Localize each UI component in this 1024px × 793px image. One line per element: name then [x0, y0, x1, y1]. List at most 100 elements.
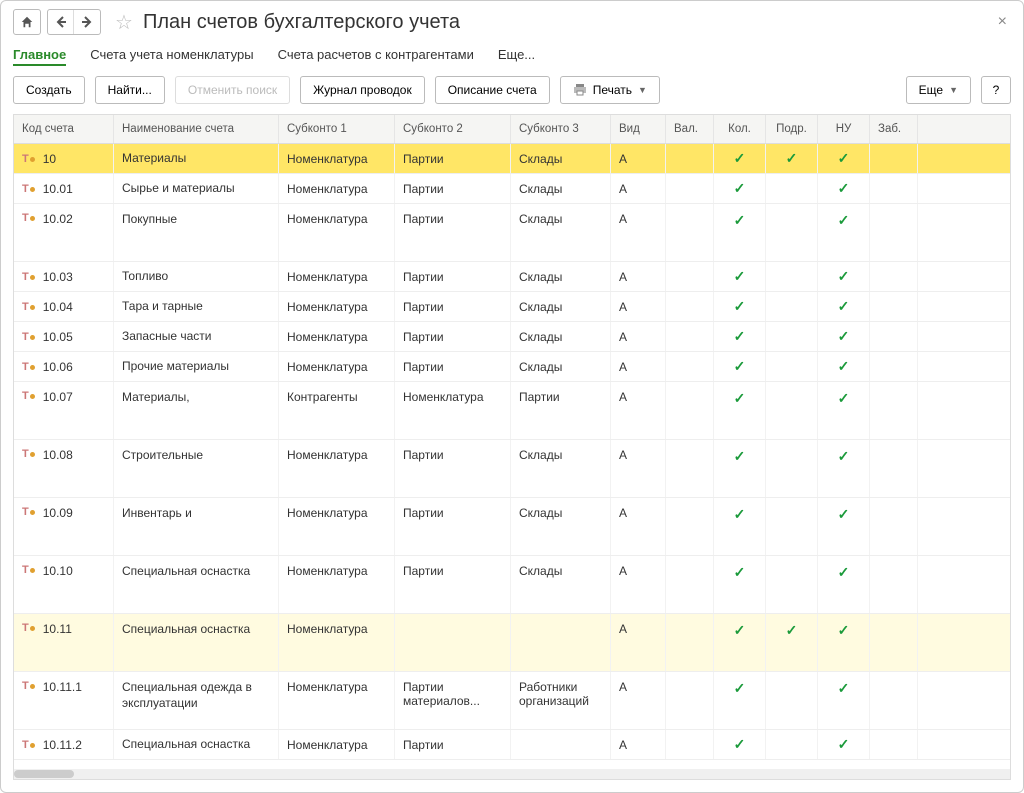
table-row[interactable]: T10.11.1Специальная одежда в эксплуатаци… — [14, 672, 1010, 730]
cell-offbalance — [870, 614, 918, 671]
cell-subconto3: Партии — [511, 382, 611, 439]
scrollbar-thumb[interactable] — [14, 770, 74, 778]
app-window: ☆ План счетов бухгалтерского учета × Гла… — [0, 0, 1024, 793]
print-button[interactable]: Печать ▼ — [560, 76, 660, 104]
col-type[interactable]: Вид — [611, 115, 666, 143]
col-division[interactable]: Подр. — [766, 115, 818, 143]
cell-offbalance — [870, 440, 918, 497]
table-row[interactable]: T10.06Прочие материалыНоменклатураПартии… — [14, 352, 1010, 382]
cell-subconto2: Партии — [395, 204, 511, 261]
create-button[interactable]: Создать — [13, 76, 85, 104]
tab-more[interactable]: Еще... — [498, 47, 535, 66]
cell-currency — [666, 730, 714, 759]
home-button[interactable] — [13, 9, 41, 35]
tab-bar: Главное Счета учета номенклатуры Счета р… — [13, 47, 1011, 66]
check-icon: ✓ — [838, 212, 850, 229]
tab-nomenclature-accounts[interactable]: Счета учета номенклатуры — [90, 47, 253, 66]
check-icon: ✓ — [734, 506, 746, 523]
code-value: 10.06 — [43, 360, 73, 374]
cell-offbalance — [870, 382, 918, 439]
cell-offbalance — [870, 174, 918, 203]
name-value: Материалы, — [122, 390, 190, 406]
journal-button[interactable]: Журнал проводок — [300, 76, 425, 104]
code-value: 10.11.2 — [43, 738, 82, 752]
check-icon: ✓ — [734, 150, 746, 167]
cell-tax: ✓ — [818, 204, 870, 261]
col-name[interactable]: Наименование счета — [114, 115, 279, 143]
forward-button[interactable] — [74, 10, 100, 34]
cell-division — [766, 204, 818, 261]
close-button[interactable]: × — [994, 13, 1011, 31]
page-title: План счетов бухгалтерского учета — [143, 11, 460, 34]
table-row[interactable]: T10.01Сырье и материалыНоменклатураПарти… — [14, 174, 1010, 204]
cell-offbalance — [870, 498, 918, 555]
col-subconto3[interactable]: Субконто 3 — [511, 115, 611, 143]
cell-subconto3: Склады — [511, 204, 611, 261]
cell-subconto3 — [511, 730, 611, 759]
name-value: Специальная одежда в эксплуатации — [122, 680, 270, 711]
table-row[interactable]: T10.04Тара и тарныеНоменклатураПартииСкл… — [14, 292, 1010, 322]
cell-division: ✓ — [766, 614, 818, 671]
cell-currency — [666, 614, 714, 671]
cell-currency — [666, 498, 714, 555]
cell-name: Прочие материалы — [114, 352, 279, 381]
code-value: 10.09 — [43, 506, 73, 520]
tab-main[interactable]: Главное — [13, 47, 66, 66]
cell-name: Тара и тарные — [114, 292, 279, 321]
cell-quantity: ✓ — [714, 730, 766, 759]
tab-contractor-accounts[interactable]: Счета расчетов с контрагентами — [278, 47, 474, 66]
account-type-icon: T — [22, 212, 35, 224]
horizontal-scrollbar[interactable] — [14, 769, 1010, 779]
table-row[interactable]: T10.09Инвентарь иНоменклатураПартииСклад… — [14, 498, 1010, 556]
favorite-star-icon[interactable]: ☆ — [115, 10, 133, 35]
check-icon: ✓ — [838, 328, 850, 345]
cell-offbalance — [870, 262, 918, 291]
account-description-button[interactable]: Описание счета — [435, 76, 550, 104]
account-type-icon: T — [22, 739, 35, 751]
table-row[interactable]: T10.05Запасные частиНоменклатураПартииСк… — [14, 322, 1010, 352]
caret-down-icon: ▼ — [949, 85, 958, 95]
code-value: 10.08 — [43, 448, 73, 462]
col-subconto1[interactable]: Субконто 1 — [279, 115, 395, 143]
check-icon: ✓ — [838, 390, 850, 407]
cell-tax: ✓ — [818, 498, 870, 555]
col-code[interactable]: Код счета — [14, 115, 114, 143]
cell-quantity: ✓ — [714, 672, 766, 729]
table-row[interactable]: T10.11Специальная оснасткаНоменклатураА✓… — [14, 614, 1010, 672]
col-quantity[interactable]: Кол. — [714, 115, 766, 143]
table-row[interactable]: T10МатериалыНоменклатураПартииСкладыА✓✓✓ — [14, 144, 1010, 174]
table-row[interactable]: T10.11.2Специальная оснасткаНоменклатура… — [14, 730, 1010, 760]
cell-code: T10.09 — [14, 498, 114, 555]
cell-quantity: ✓ — [714, 322, 766, 351]
col-subconto2[interactable]: Субконто 2 — [395, 115, 511, 143]
table-row[interactable]: T10.02ПокупныеНоменклатураПартииСкладыА✓… — [14, 204, 1010, 262]
cell-name: Материалы — [114, 144, 279, 173]
more-button[interactable]: Еще ▼ — [906, 76, 971, 104]
cell-code: T10 — [14, 144, 114, 173]
col-offbalance[interactable]: Заб. — [870, 115, 918, 143]
check-icon: ✓ — [838, 680, 850, 697]
cell-type: А — [611, 322, 666, 351]
account-type-icon: T — [22, 361, 35, 373]
col-currency[interactable]: Вал. — [666, 115, 714, 143]
table-row[interactable]: T10.08СтроительныеНоменклатураПартииСкла… — [14, 440, 1010, 498]
accounts-grid: Код счета Наименование счета Субконто 1 … — [13, 114, 1011, 780]
col-tax[interactable]: НУ — [818, 115, 870, 143]
check-icon: ✓ — [838, 298, 850, 315]
help-button[interactable]: ? — [981, 76, 1011, 104]
code-value: 10.11.1 — [43, 680, 82, 694]
code-value: 10.10 — [43, 564, 73, 578]
table-row[interactable]: T10.07Материалы,КонтрагентыНоменклатураП… — [14, 382, 1010, 440]
find-button[interactable]: Найти... — [95, 76, 165, 104]
cell-division — [766, 352, 818, 381]
cell-name: Строительные — [114, 440, 279, 497]
cell-type: А — [611, 672, 666, 729]
check-icon: ✓ — [838, 506, 850, 523]
cell-subconto1: Номенклатура — [279, 498, 395, 555]
table-row[interactable]: T10.03ТопливоНоменклатураПартииСкладыА✓✓ — [14, 262, 1010, 292]
code-value: 10.11 — [43, 622, 72, 636]
grid-body[interactable]: T10МатериалыНоменклатураПартииСкладыА✓✓✓… — [14, 144, 1010, 769]
table-row[interactable]: T10.10Специальная оснасткаНоменклатураПа… — [14, 556, 1010, 614]
back-button[interactable] — [48, 10, 74, 34]
account-type-icon: T — [22, 301, 35, 313]
